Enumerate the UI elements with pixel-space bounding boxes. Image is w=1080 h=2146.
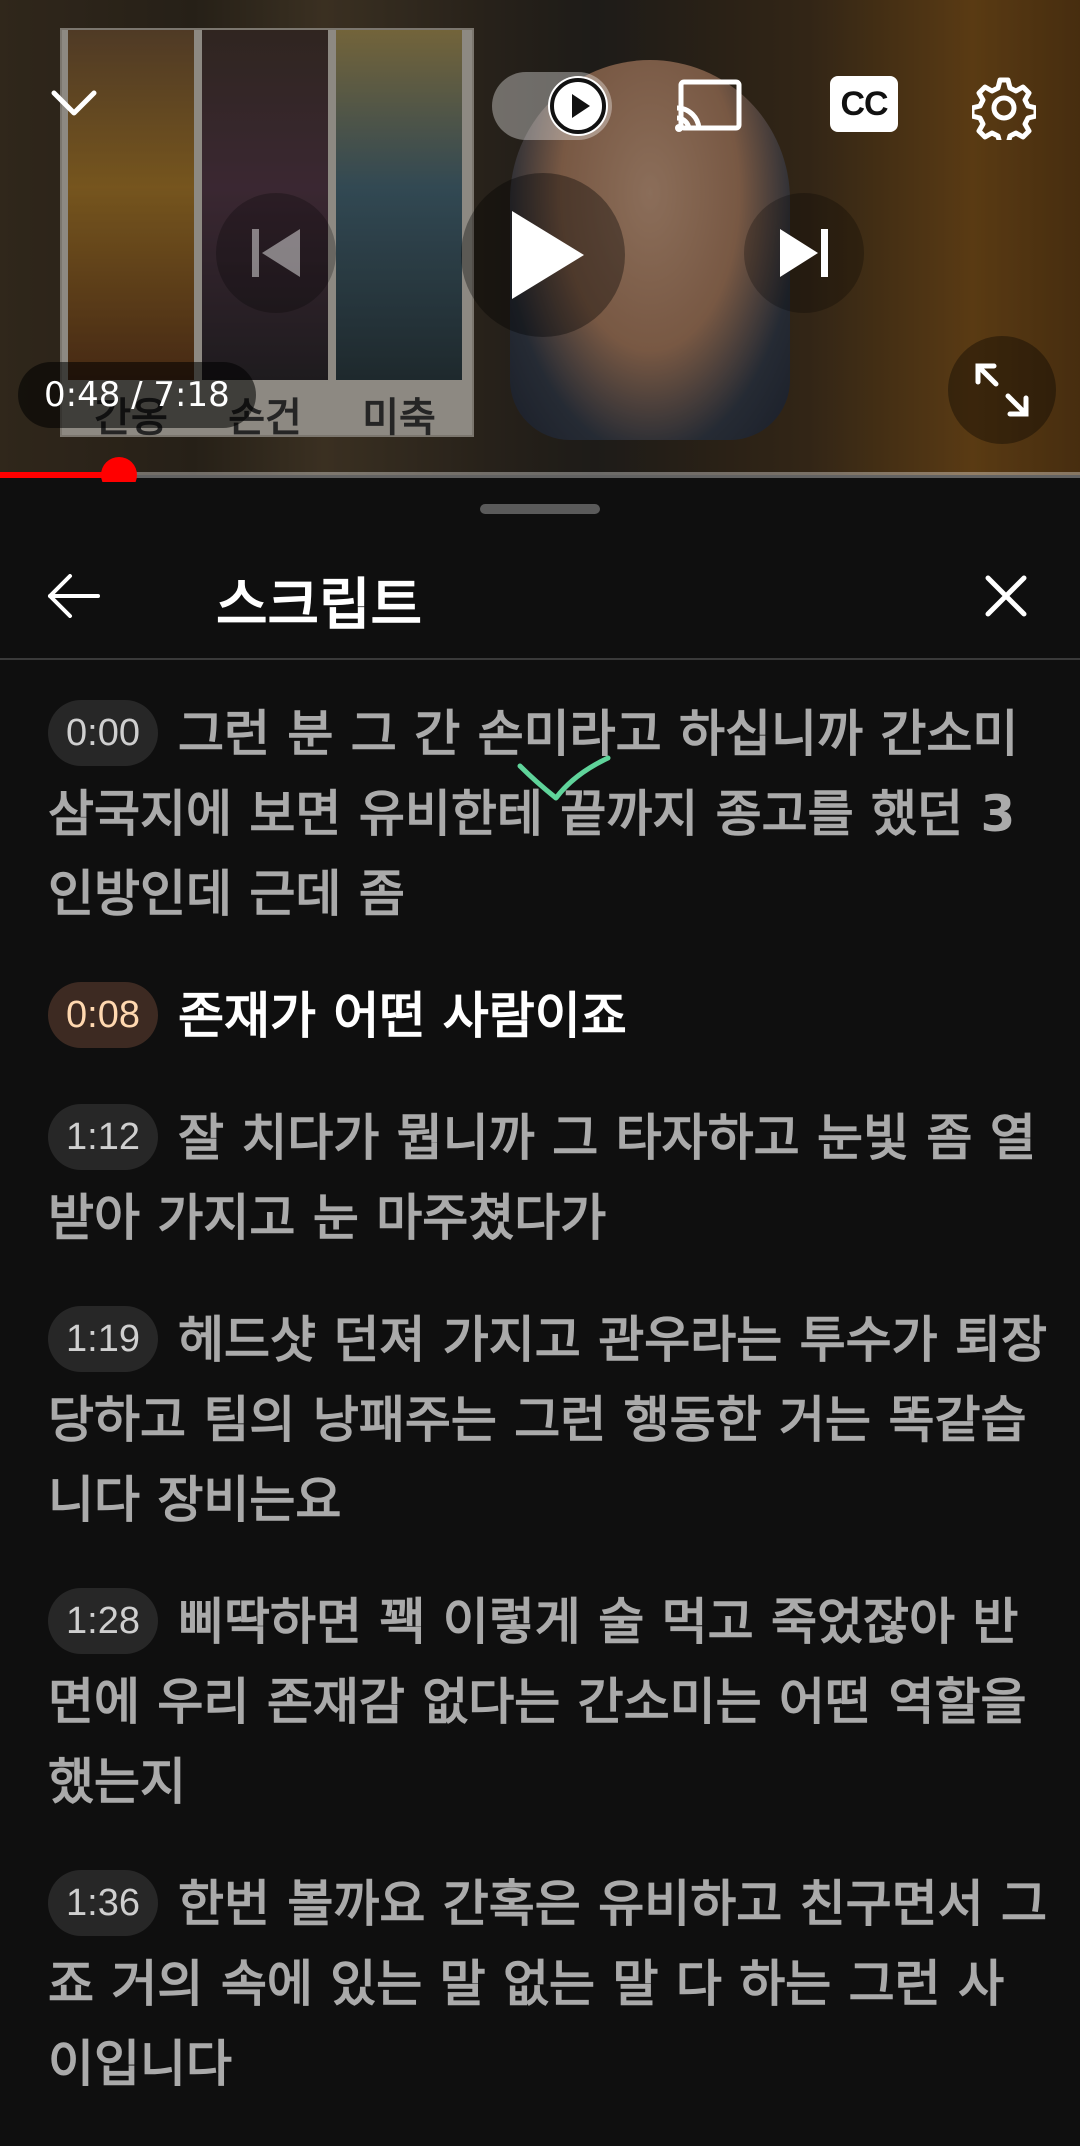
chevron-down-icon[interactable] [36, 66, 112, 142]
closed-captions-icon[interactable]: CC [830, 76, 898, 132]
handwritten-check-mark [517, 755, 611, 801]
segment-timestamp[interactable]: 1:36 [48, 1870, 158, 1936]
segment-body: 0:08 존재가 어떤 사람이죠 [48, 976, 1048, 1056]
segment-body: 0:00 그런 분 그 간 손미라고 하십니까 간소미 삼국지에 보면 유비한테 … [48, 694, 1048, 934]
segment-text: 잘 치다가 뭡니까 그 타자하고 눈빛 좀 열 받아 가지고 눈 마주쳤다가 [48, 1109, 1036, 1247]
segment-timestamp[interactable]: 0:08 [48, 982, 158, 1048]
transcript-segment[interactable]: 1:28 삐딱하면 꽥 이렇게 술 먹고 죽었잖아 반면에 우리 존재감 없다는 … [48, 1582, 1048, 1822]
transcript-segment-list: 0:00 그런 분 그 간 손미라고 하십니까 간소미 삼국지에 보면 유비한테 … [48, 694, 1048, 2146]
cast-icon[interactable] [670, 72, 746, 140]
next-button[interactable] [744, 193, 864, 313]
close-button[interactable] [968, 558, 1044, 634]
segment-body: 1:12 잘 치다가 뭡니까 그 타자하고 눈빛 좀 열 받아 가지고 눈 마주쳤… [48, 1098, 1048, 1258]
segment-text: 그런 분 그 간 손미라고 하십니까 간소미 삼국지에 보면 유비한테 끝까지 … [48, 705, 1019, 923]
close-icon [985, 575, 1027, 617]
play-button[interactable] [461, 173, 625, 337]
transcript-segment[interactable]: 1:12 잘 치다가 뭡니까 그 타자하고 눈빛 좀 열 받아 가지고 눈 마주쳤… [48, 1098, 1048, 1258]
transcript-segment[interactable]: 0:08 존재가 어떤 사람이죠 [48, 976, 1048, 1056]
segment-timestamp[interactable]: 1:12 [48, 1104, 158, 1170]
previous-button[interactable] [216, 193, 336, 313]
segment-text: 삐딱하면 꽥 이렇게 술 먹고 죽었잖아 반면에 우리 존재감 없다는 간소미는… [48, 1593, 1027, 1811]
segment-body: 1:36 한번 볼까요 간혹은 유비하고 친구면서 그죠 거의 속에 있는 말 없… [48, 1864, 1048, 2104]
next-icon [780, 229, 828, 277]
segment-timestamp[interactable]: 1:28 [48, 1588, 158, 1654]
seek-bar[interactable] [0, 472, 1080, 478]
back-button[interactable] [36, 558, 112, 634]
fullscreen-icon [975, 363, 1029, 417]
segment-text: 헤드샷 던져 가지고 관우라는 투수가 퇴장당하고 팀의 낭패주는 그런 행동한… [48, 1311, 1048, 1529]
transcript-panel: 스크립트 0:00 그런 분 그 간 손미라고 하십니까 간소미 삼국지에 보면 … [0, 482, 1080, 2144]
autoplay-toggle-icon [548, 76, 608, 136]
transcript-segment[interactable]: 1:36 한번 볼까요 간혹은 유비하고 친구면서 그죠 거의 속에 있는 말 없… [48, 1864, 1048, 2104]
transcript-segment[interactable]: 0:00 그런 분 그 간 손미라고 하십니까 간소미 삼국지에 보면 유비한테 … [48, 694, 1048, 934]
transcript-segment[interactable]: 1:19 헤드샷 던져 가지고 관우라는 투수가 퇴장당하고 팀의 낭패주는 그런… [48, 1300, 1048, 1540]
transcript-header: 스크립트 [0, 538, 1080, 658]
segment-body: 1:28 삐딱하면 꽥 이렇게 술 먹고 죽었잖아 반면에 우리 존재감 없다는 … [48, 1582, 1048, 1822]
transcript-title: 스크립트 [216, 573, 423, 638]
gear-icon[interactable] [966, 70, 1042, 146]
segment-timestamp[interactable]: 1:19 [48, 1306, 158, 1372]
panel-drag-handle[interactable] [480, 504, 600, 514]
play-icon [512, 211, 584, 299]
arrow-left-icon [48, 574, 100, 618]
time-display: 0:48 / 7:18 [18, 362, 256, 428]
segment-timestamp[interactable]: 0:00 [48, 700, 158, 766]
video-player[interactable]: 간옹 손건 미축 CC 0:48 / 7:18 [0, 0, 1080, 475]
segment-text: 한번 볼까요 간혹은 유비하고 친구면서 그죠 거의 속에 있는 말 없는 말 … [48, 1875, 1048, 2093]
segment-text: 존재가 어떤 사람이죠 [177, 987, 627, 1045]
segment-body: 1:19 헤드샷 던져 가지고 관우라는 투수가 퇴장당하고 팀의 낭패주는 그런… [48, 1300, 1048, 1540]
previous-icon [252, 229, 300, 277]
autoplay-toggle[interactable] [492, 72, 612, 140]
header-divider [0, 658, 1080, 660]
cc-label: CC [840, 84, 888, 123]
fullscreen-button[interactable] [948, 336, 1056, 444]
